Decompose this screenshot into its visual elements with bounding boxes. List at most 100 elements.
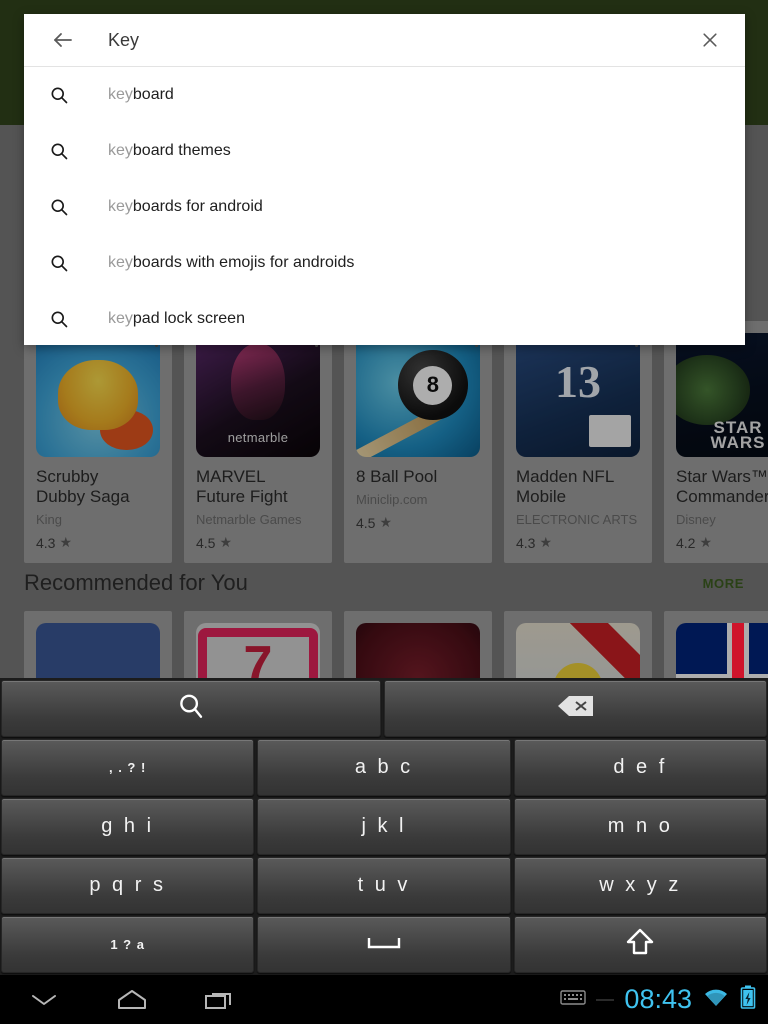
suggestion-prefix: key — [108, 310, 133, 327]
suggestion-item[interactable]: keyboard — [24, 67, 745, 123]
app-card[interactable]: STAR WARS Star Wars™ Commander Disney 4.2… — [664, 321, 768, 563]
home-icon[interactable] — [110, 980, 154, 1020]
keyboard-indicator-icon[interactable] — [560, 988, 587, 1011]
key-mno[interactable]: m n o — [513, 798, 767, 855]
app-rating: 4.2 ★ — [676, 534, 768, 551]
app-developer: Disney — [676, 512, 716, 527]
key-label: a b c — [354, 756, 414, 778]
backspace-icon — [557, 695, 595, 723]
app-card[interactable]: Scrubby Dubby Saga King 4.3 ★ — [24, 321, 172, 563]
recent-apps-icon[interactable] — [198, 980, 242, 1020]
suggestion-item[interactable]: keypad lock screen — [24, 291, 745, 347]
star-wars-commander-icon: STAR WARS — [676, 333, 768, 457]
android-screen: Scrubby Dubby Saga King 4.3 ★ netmarble — [0, 0, 768, 1024]
rating-value: 4.5 — [356, 514, 376, 531]
key-shift[interactable] — [513, 916, 767, 973]
key-jkl[interactable]: j k l — [257, 798, 511, 855]
key-pqrs[interactable]: p q r s — [1, 857, 255, 914]
app-title: 8 Ball Pool — [356, 467, 438, 486]
search-icon — [46, 309, 72, 329]
clock: 08:43 — [624, 984, 692, 1014]
app-card[interactable]: netmarble MARVEL Future Fight Netmarble … — [184, 321, 332, 563]
key-abc[interactable]: a b c — [257, 739, 511, 796]
navigation-buttons — [0, 980, 242, 1020]
suggestion-text: keyboard themes — [108, 142, 231, 160]
marvel-future-fight-icon: netmarble — [196, 333, 320, 457]
search-icon — [46, 197, 72, 217]
app-card[interactable]: 8 Ball Pool Miniclip.com 4.5 ★ — [344, 321, 492, 563]
key-backspace[interactable] — [384, 680, 767, 737]
app-developer: Netmarble Games — [196, 512, 302, 527]
search-icon — [46, 253, 72, 273]
status-divider — [596, 998, 615, 1001]
space-icon — [367, 933, 401, 956]
suggestion-prefix: key — [108, 198, 133, 215]
t9-keyboard: , . ? ! a b c d e f g h i j k l m n o p … — [0, 678, 768, 975]
shift-up-icon — [625, 927, 655, 963]
key-def[interactable]: d e f — [513, 739, 767, 796]
suggestion-text: keyboard — [108, 86, 174, 104]
search-input[interactable]: Key — [108, 30, 693, 51]
close-icon[interactable] — [693, 23, 727, 57]
app-icon — [356, 333, 480, 457]
suggestion-rest: boards with emojis for androids — [132, 254, 355, 271]
key-wxyz[interactable]: w x y z — [513, 857, 767, 914]
key-search[interactable] — [1, 680, 381, 737]
more-button[interactable]: MORE — [703, 576, 744, 591]
key-punctuation[interactable]: , . ? ! — [1, 739, 255, 796]
scrubby-dubby-saga-icon — [36, 333, 160, 457]
app-rating: 4.5 ★ — [356, 514, 480, 531]
system-navigation-bar: 08:43 — [0, 975, 768, 1024]
key-label: d e f — [613, 756, 668, 778]
app-title: Scrubby Dubby Saga — [36, 467, 130, 506]
key-label: g h i — [101, 815, 155, 837]
suggestion-rest: pad lock screen — [132, 310, 245, 327]
app-developer: ELECTRONIC ARTS — [516, 512, 638, 527]
suggestion-prefix: key — [108, 86, 133, 103]
search-bar: Key — [24, 14, 745, 67]
key-ghi[interactable]: g h i — [1, 798, 255, 855]
battery-charging-icon — [740, 985, 756, 1014]
key-label: t u v — [357, 874, 411, 896]
app-rating: 4.3 ★ — [36, 534, 160, 551]
star-icon: ★ — [539, 534, 553, 550]
suggestion-item[interactable]: keyboard themes — [24, 123, 745, 179]
app-developer: King — [36, 512, 63, 527]
key-label: j k l — [361, 815, 407, 837]
app-icon: STAR WARS — [676, 333, 768, 457]
keyboard-row: g h i j k l m n o — [1, 798, 767, 855]
section-title: Recommended for You — [24, 570, 248, 595]
app-icon — [516, 333, 640, 457]
search-icon — [46, 141, 72, 161]
app-title: MARVEL Future Fight — [196, 467, 288, 506]
keyboard-row: p q r s t u v w x y z — [1, 857, 767, 914]
app-card[interactable]: Madden NFL Mobile ELECTRONIC ARTS 4.3 ★ — [504, 321, 652, 563]
suggestion-text: keyboards with emojis for androids — [108, 254, 354, 272]
key-symbols[interactable]: 1 ? a — [1, 916, 255, 973]
wifi-icon — [702, 986, 730, 1013]
search-icon — [46, 85, 72, 105]
search-suggestions-dialog: Key keyboard keyboard themes keyboards f… — [24, 14, 745, 345]
key-space[interactable] — [257, 916, 511, 973]
star-icon: ★ — [379, 514, 393, 530]
key-label: w x y z — [599, 874, 682, 896]
key-tuv[interactable]: t u v — [257, 857, 511, 914]
suggestion-rest: board themes — [132, 142, 231, 159]
suggestion-item[interactable]: keyboards with emojis for androids — [24, 235, 745, 291]
app-title: Star Wars™ Commander — [676, 467, 768, 506]
suggestion-item[interactable]: keyboards for android — [24, 179, 745, 235]
app-title: Madden NFL Mobile — [516, 467, 615, 506]
rating-value: 4.5 — [196, 534, 216, 551]
search-icon — [176, 691, 206, 727]
rating-value: 4.3 — [516, 534, 536, 551]
app-rating: 4.5 ★ — [196, 534, 320, 551]
suggestion-text: keyboards for android — [108, 198, 263, 216]
keyboard-row: 1 ? a — [1, 916, 767, 973]
suggestion-prefix: key — [108, 254, 133, 271]
star-icon: ★ — [219, 534, 233, 550]
app-rating: 4.3 ★ — [516, 534, 640, 551]
back-chevron-down-icon[interactable] — [22, 980, 66, 1020]
back-arrow-icon[interactable] — [46, 23, 80, 57]
key-label: m n o — [607, 815, 673, 837]
suggestion-prefix: key — [108, 142, 133, 159]
